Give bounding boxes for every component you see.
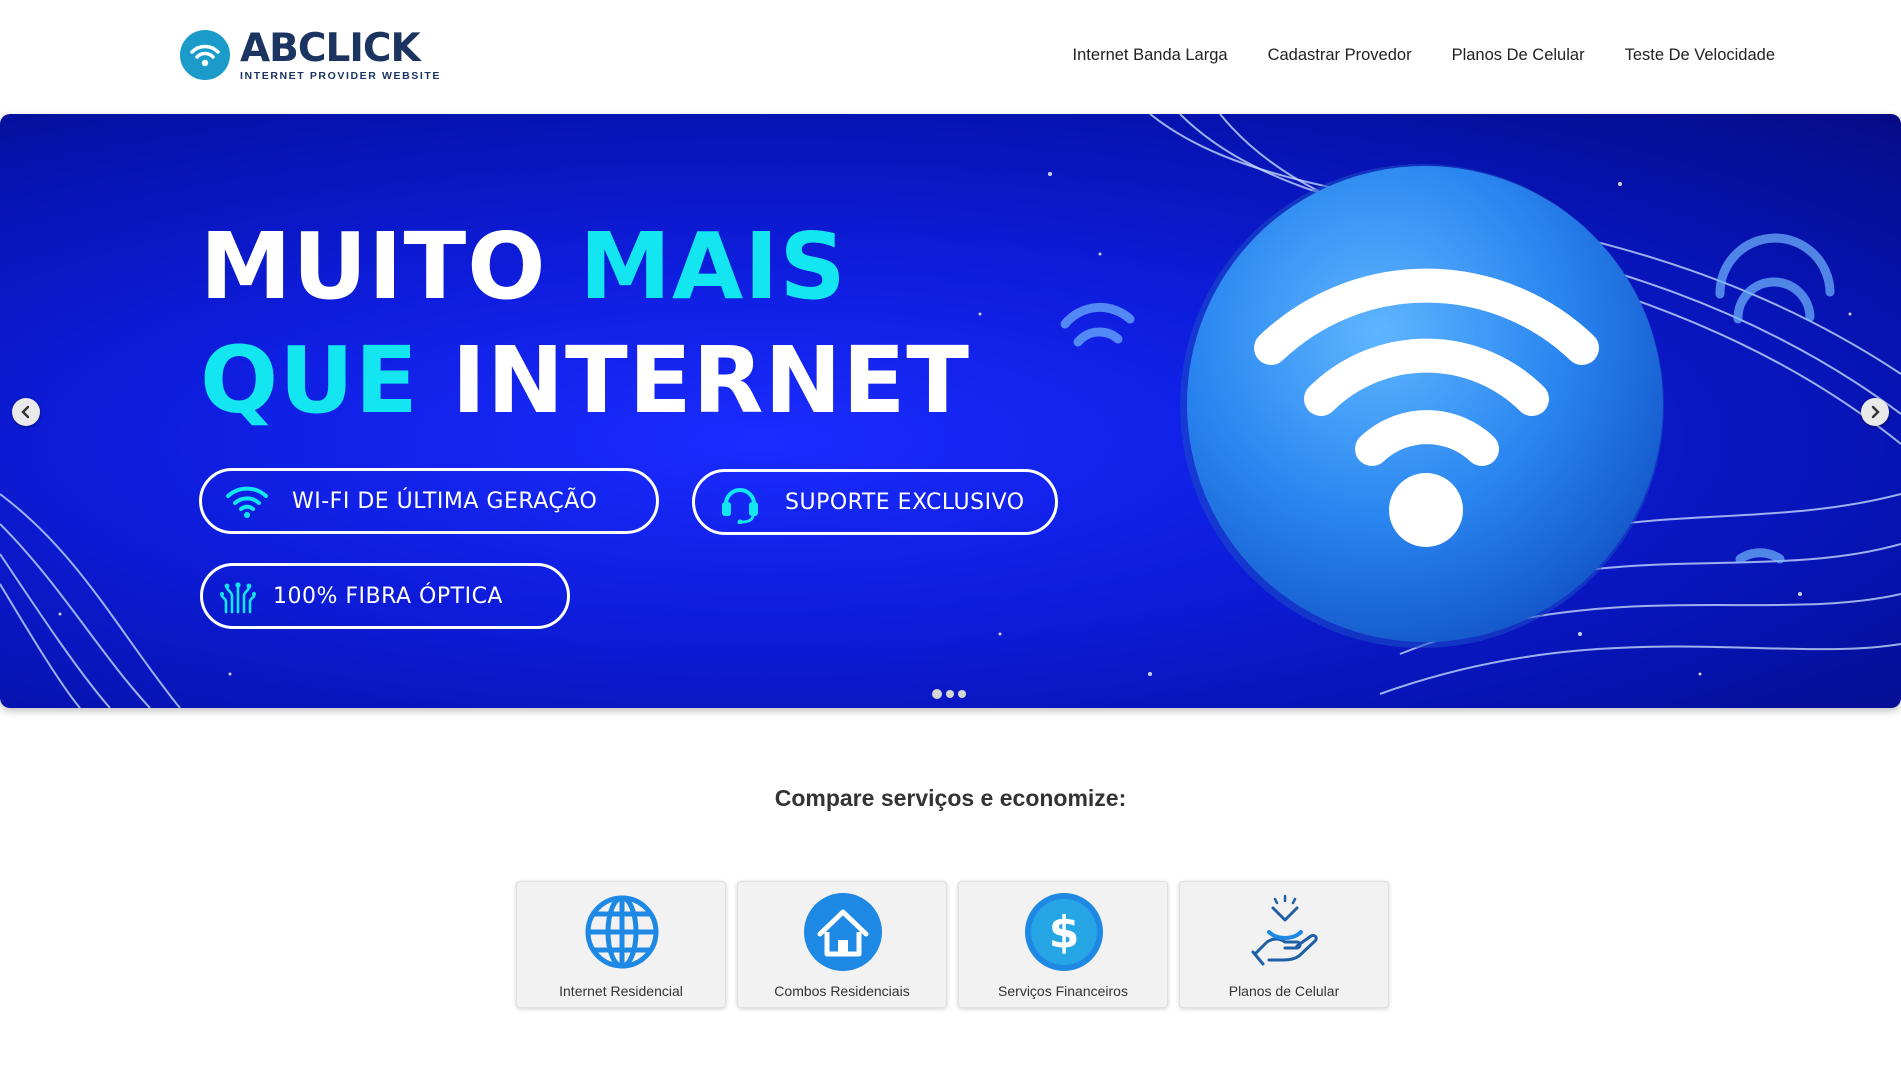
dollar-icon: $ (1025, 893, 1103, 971)
service-cards: Internet Residencial Combos Residenciais… (516, 881, 1389, 1008)
main-nav: Internet Banda Larga Cadastrar Provedor … (1073, 46, 1775, 65)
card-combos-residenciais[interactable]: Combos Residenciais (737, 881, 947, 1008)
nav-link-planos-de-celular[interactable]: Planos De Celular (1452, 46, 1585, 65)
headset-icon (715, 480, 765, 524)
nav-link-internet-banda-larga[interactable]: Internet Banda Larga (1073, 46, 1228, 65)
card-label: Planos de Celular (1228, 983, 1340, 999)
carousel-prev-button[interactable] (12, 398, 40, 426)
compare-section-title: Compare serviços e economize: (774, 785, 1127, 811)
logo-tagline: INTERNET PROVIDER WEBSITE (240, 69, 442, 82)
card-planos-de-celular[interactable]: Planos de Celular (1179, 881, 1389, 1008)
carousel-next-button[interactable] (1861, 398, 1889, 426)
nav-link-teste-de-velocidade[interactable]: Teste De Velocidade (1625, 46, 1775, 65)
globe-icon (585, 895, 659, 969)
feature-support-badge: SUPORTE EXCLUSIVO (692, 469, 1058, 535)
hero-carousel: MUITO MAIS QUE INTERNET WI-FI DE ÚLTIMA … (0, 114, 1901, 708)
wifi-logo-icon (180, 30, 230, 80)
carousel-dot-1[interactable] (932, 689, 942, 699)
card-label: Serviços Financeiros (998, 983, 1128, 999)
wifi-icon (222, 483, 272, 519)
card-servicos-financeiros[interactable]: $ Serviços Financeiros (958, 881, 1168, 1008)
hand-phone-icon (1251, 894, 1318, 966)
svg-text:$: $ (1049, 907, 1080, 958)
card-label: Combos Residenciais (774, 983, 910, 999)
house-icon (804, 893, 882, 971)
card-label: Internet Residencial (559, 983, 683, 999)
carousel-dot-3[interactable] (958, 690, 966, 698)
feature-wifi-label: WI-FI DE ÚLTIMA GERAÇÃO (292, 488, 598, 514)
carousel-indicators (932, 689, 966, 699)
feature-wifi-badge: WI-FI DE ÚLTIMA GERAÇÃO (199, 468, 659, 534)
feature-support-label: SUPORTE EXCLUSIVO (785, 489, 1025, 515)
feature-fiber-label: 100% FIBRA ÓPTICA (273, 583, 503, 609)
logo-wordmark: ABCLICK (240, 25, 421, 71)
chevron-right-icon (1871, 405, 1880, 419)
chevron-left-icon (21, 405, 30, 419)
card-internet-residencial[interactable]: Internet Residencial (516, 881, 726, 1008)
site-header: ABCLICK INTERNET PROVIDER WEBSITE Intern… (0, 0, 1901, 114)
feature-fiber-badge: 100% FIBRA ÓPTICA (200, 563, 570, 629)
hero-headline: MUITO MAIS QUE INTERNET (200, 213, 971, 434)
carousel-dot-2[interactable] (946, 690, 954, 698)
abclick-logo[interactable]: ABCLICK INTERNET PROVIDER WEBSITE (180, 26, 450, 84)
nav-link-cadastrar-provedor[interactable]: Cadastrar Provedor (1268, 46, 1412, 65)
fiber-icon (213, 578, 263, 614)
